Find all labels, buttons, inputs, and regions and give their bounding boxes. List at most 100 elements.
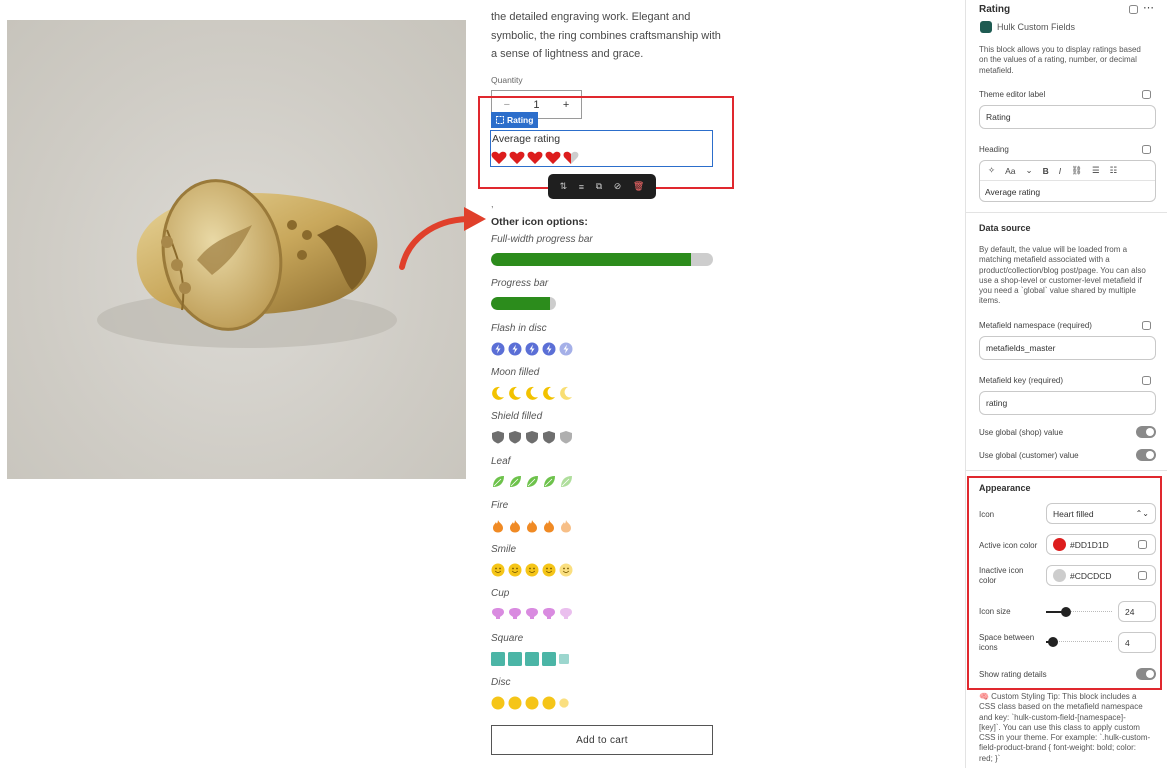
align-icon[interactable]: ≡ — [579, 182, 584, 192]
icon-option-label: Cup — [491, 588, 510, 600]
leaf-icon — [510, 475, 521, 487]
database-icon[interactable] — [1138, 571, 1147, 580]
leaf-icon — [527, 475, 538, 487]
rating-block[interactable]: Average rating — [490, 130, 713, 167]
data-source-line: you need a `global` value shared by mult… — [979, 286, 1136, 296]
inactive-color-value: #CDCDCD — [1070, 570, 1112, 581]
heading-value[interactable]: Average rating — [980, 181, 1155, 203]
duplicate-icon[interactable]: ⧉ — [596, 181, 602, 192]
inactive-color-input[interactable]: #CDCDCD — [1046, 565, 1156, 586]
disc-icon — [508, 696, 522, 710]
data-source-line: product/collection/blog post/page. You c… — [979, 265, 1146, 275]
database-icon[interactable] — [1142, 145, 1151, 154]
rating-heading: Average rating — [492, 133, 561, 145]
theme-editor-input[interactable]: Rating — [979, 105, 1156, 129]
delete-icon[interactable]: 🗑 — [633, 181, 644, 192]
italic-icon[interactable]: I — [1059, 166, 1061, 176]
icon-size-input[interactable]: 24 — [1118, 601, 1156, 622]
shield-icon — [492, 431, 504, 444]
database-icon[interactable] — [1142, 90, 1151, 99]
smile-icon — [525, 563, 539, 577]
database-icon[interactable] — [1142, 321, 1151, 330]
space-label: Space between icons — [979, 633, 1034, 653]
database-icon[interactable] — [1129, 5, 1138, 14]
icon-option-label: Progress bar — [491, 278, 549, 290]
intro-line: This block allows you to display ratings… — [979, 45, 1141, 54]
active-color-input[interactable]: #DD1D1D — [1046, 534, 1156, 555]
quantity-label: Quantity — [491, 75, 523, 85]
cup-icon — [509, 608, 521, 620]
intro-line: metafield. — [979, 65, 1014, 75]
more-icon[interactable]: ⋯ — [1143, 1, 1154, 14]
block-tag-label: Rating — [507, 115, 534, 125]
key-input[interactable]: rating — [979, 391, 1156, 415]
hide-icon[interactable]: ⊘ — [614, 181, 622, 192]
numbered-list-icon[interactable]: ☷ — [1110, 165, 1118, 176]
bold-icon[interactable]: B — [1043, 166, 1049, 176]
heading-rich-text-editor[interactable]: ✧ Aa ⌄ B I ⛓ ☰ ☷ Average rating — [979, 160, 1156, 202]
chevron-down-icon[interactable]: ⌄ — [1026, 165, 1033, 176]
cup-icon — [560, 608, 572, 620]
smile-icon — [491, 563, 505, 577]
tip-line: 🧠 Custom Styling Tip: This block include… — [979, 692, 1137, 701]
disc-icon — [542, 696, 556, 710]
global-shop-toggle[interactable] — [1136, 426, 1156, 438]
move-icon[interactable]: ⇅ — [560, 181, 568, 192]
show-details-label: Show rating details — [979, 670, 1047, 679]
inactive-color-label-line: Inactive icon — [979, 566, 1024, 575]
link-icon[interactable]: ⛓ — [1071, 165, 1082, 176]
icon-label: Icon — [979, 510, 995, 519]
icon-option-label: Full-width progress bar — [491, 234, 593, 245]
leaf-icon — [493, 475, 504, 487]
space-slider[interactable] — [1046, 637, 1112, 647]
icon-size-slider[interactable] — [1046, 607, 1112, 617]
data-source-line: By default, the value will be loaded fro… — [979, 245, 1128, 254]
global-customer-toggle[interactable] — [1136, 449, 1156, 461]
description-line: a sense of lightness and grace. — [491, 48, 644, 60]
inactive-color-swatch[interactable] — [1053, 569, 1066, 582]
font-size-button[interactable]: Aa — [1005, 166, 1015, 176]
flash-icon — [559, 342, 573, 356]
key-label: Metafield key (required) — [979, 376, 1064, 385]
active-color-value: #DD1D1D — [1070, 539, 1109, 550]
heart-icon — [509, 151, 525, 164]
active-color-swatch[interactable] — [1053, 538, 1066, 551]
namespace-label: Metafield namespace (required) — [979, 321, 1092, 330]
icon-option-label: Leaf — [491, 455, 511, 467]
database-icon[interactable] — [1138, 540, 1147, 549]
smile-icon — [508, 563, 522, 577]
fire-icon — [561, 519, 571, 533]
styling-tip: 🧠 Custom Styling Tip: This block include… — [979, 692, 1163, 764]
smile-icon — [542, 563, 556, 577]
bullet-list-icon[interactable]: ☰ — [1092, 165, 1100, 176]
square-icon — [542, 651, 556, 666]
leaf-icons-row — [491, 475, 573, 489]
icon-option-label: Smile — [491, 544, 517, 556]
namespace-input[interactable]: metafields_master — [979, 336, 1156, 360]
moon-icon — [526, 386, 538, 400]
flash-icons-row — [491, 342, 573, 356]
theme-editor-label: Theme editor label — [979, 90, 1046, 99]
icon-option-label: Moon filled — [491, 366, 540, 378]
flash-icon — [508, 342, 522, 356]
fire-icons-row — [491, 519, 573, 533]
database-icon[interactable] — [1142, 376, 1151, 385]
fire-icon — [510, 519, 520, 533]
leaf-icon — [544, 475, 555, 487]
magic-icon[interactable]: ✧ — [988, 165, 995, 176]
description-line: the detailed engraving work. Elegant and — [491, 11, 691, 23]
data-source-text: By default, the value will be loaded fro… — [979, 245, 1161, 307]
add-to-cart-button[interactable]: Add to cart — [491, 725, 713, 755]
data-source-line: matching metafield associated with a — [979, 255, 1110, 265]
moon-icon — [560, 386, 572, 400]
show-details-toggle[interactable] — [1136, 668, 1156, 680]
smile-icons-row — [491, 563, 573, 577]
progress-bar — [491, 297, 556, 311]
icon-option-label: Fire — [491, 499, 509, 511]
space-input[interactable]: 4 — [1118, 632, 1156, 653]
flash-icon — [542, 342, 556, 356]
fire-icon — [544, 519, 554, 533]
icon-select[interactable]: Heart filled ⌃⌄ — [1046, 503, 1156, 524]
icon-size-label: Icon size — [979, 607, 1011, 616]
block-tag[interactable]: Rating — [491, 112, 539, 128]
